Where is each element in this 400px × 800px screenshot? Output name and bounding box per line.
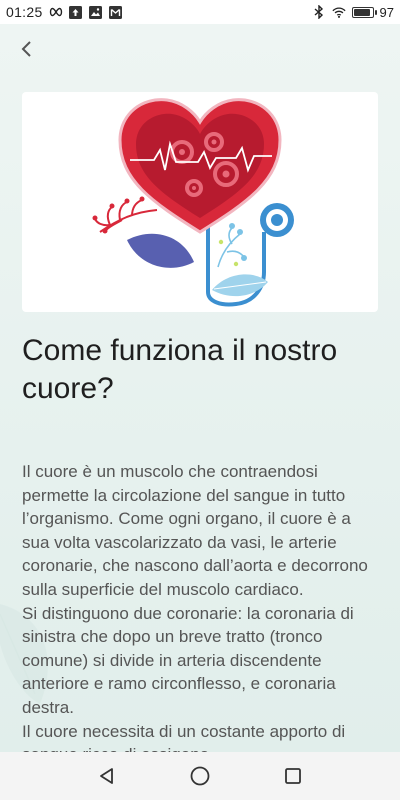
nav-back-button[interactable] (93, 762, 121, 790)
heart-stethoscope-illustration (92, 98, 294, 307)
bluetooth-icon (312, 5, 326, 19)
red-branch-icon (94, 199, 158, 233)
system-navigation-bar (0, 752, 400, 800)
infinity-icon (49, 5, 63, 19)
nav-back-icon (99, 768, 113, 784)
stethoscope-chestpiece-icon (260, 203, 294, 244)
nav-recents-icon (285, 768, 302, 784)
article-screen: Come funziona il nostro cuore? Il cuore … (0, 24, 400, 752)
nav-home-icon (190, 766, 210, 786)
back-icon (21, 41, 31, 57)
status-time: 01:25 (6, 4, 43, 20)
gmail-icon (109, 5, 123, 19)
status-left: 01:25 (6, 4, 123, 20)
back-button[interactable] (14, 36, 40, 62)
wifi-icon (331, 5, 346, 19)
article-body: Il cuore è un muscolo che contraendosi p… (22, 460, 382, 752)
battery-icon (351, 6, 377, 18)
blue-leaf-icon (127, 233, 194, 268)
battery-level: 97 (379, 4, 394, 20)
battery-fill (353, 8, 371, 16)
nav-home-button[interactable] (186, 762, 214, 790)
upload-icon (69, 5, 83, 19)
nav-recents-button[interactable] (279, 762, 307, 790)
image-icon (89, 5, 103, 19)
status-bar: 01:25 97 (0, 0, 400, 24)
article-title: Come funziona il nostro cuore? (22, 334, 338, 405)
status-right: 97 (312, 5, 394, 20)
hero-illustration (22, 92, 378, 312)
article-paragraph: Il cuore è un muscolo che contraendosi p… (22, 462, 368, 599)
article-paragraph: Si distinguono due coronarie: la coronar… (22, 603, 354, 717)
article-paragraph: Il cuore necessita di un costante apport… (22, 721, 346, 752)
